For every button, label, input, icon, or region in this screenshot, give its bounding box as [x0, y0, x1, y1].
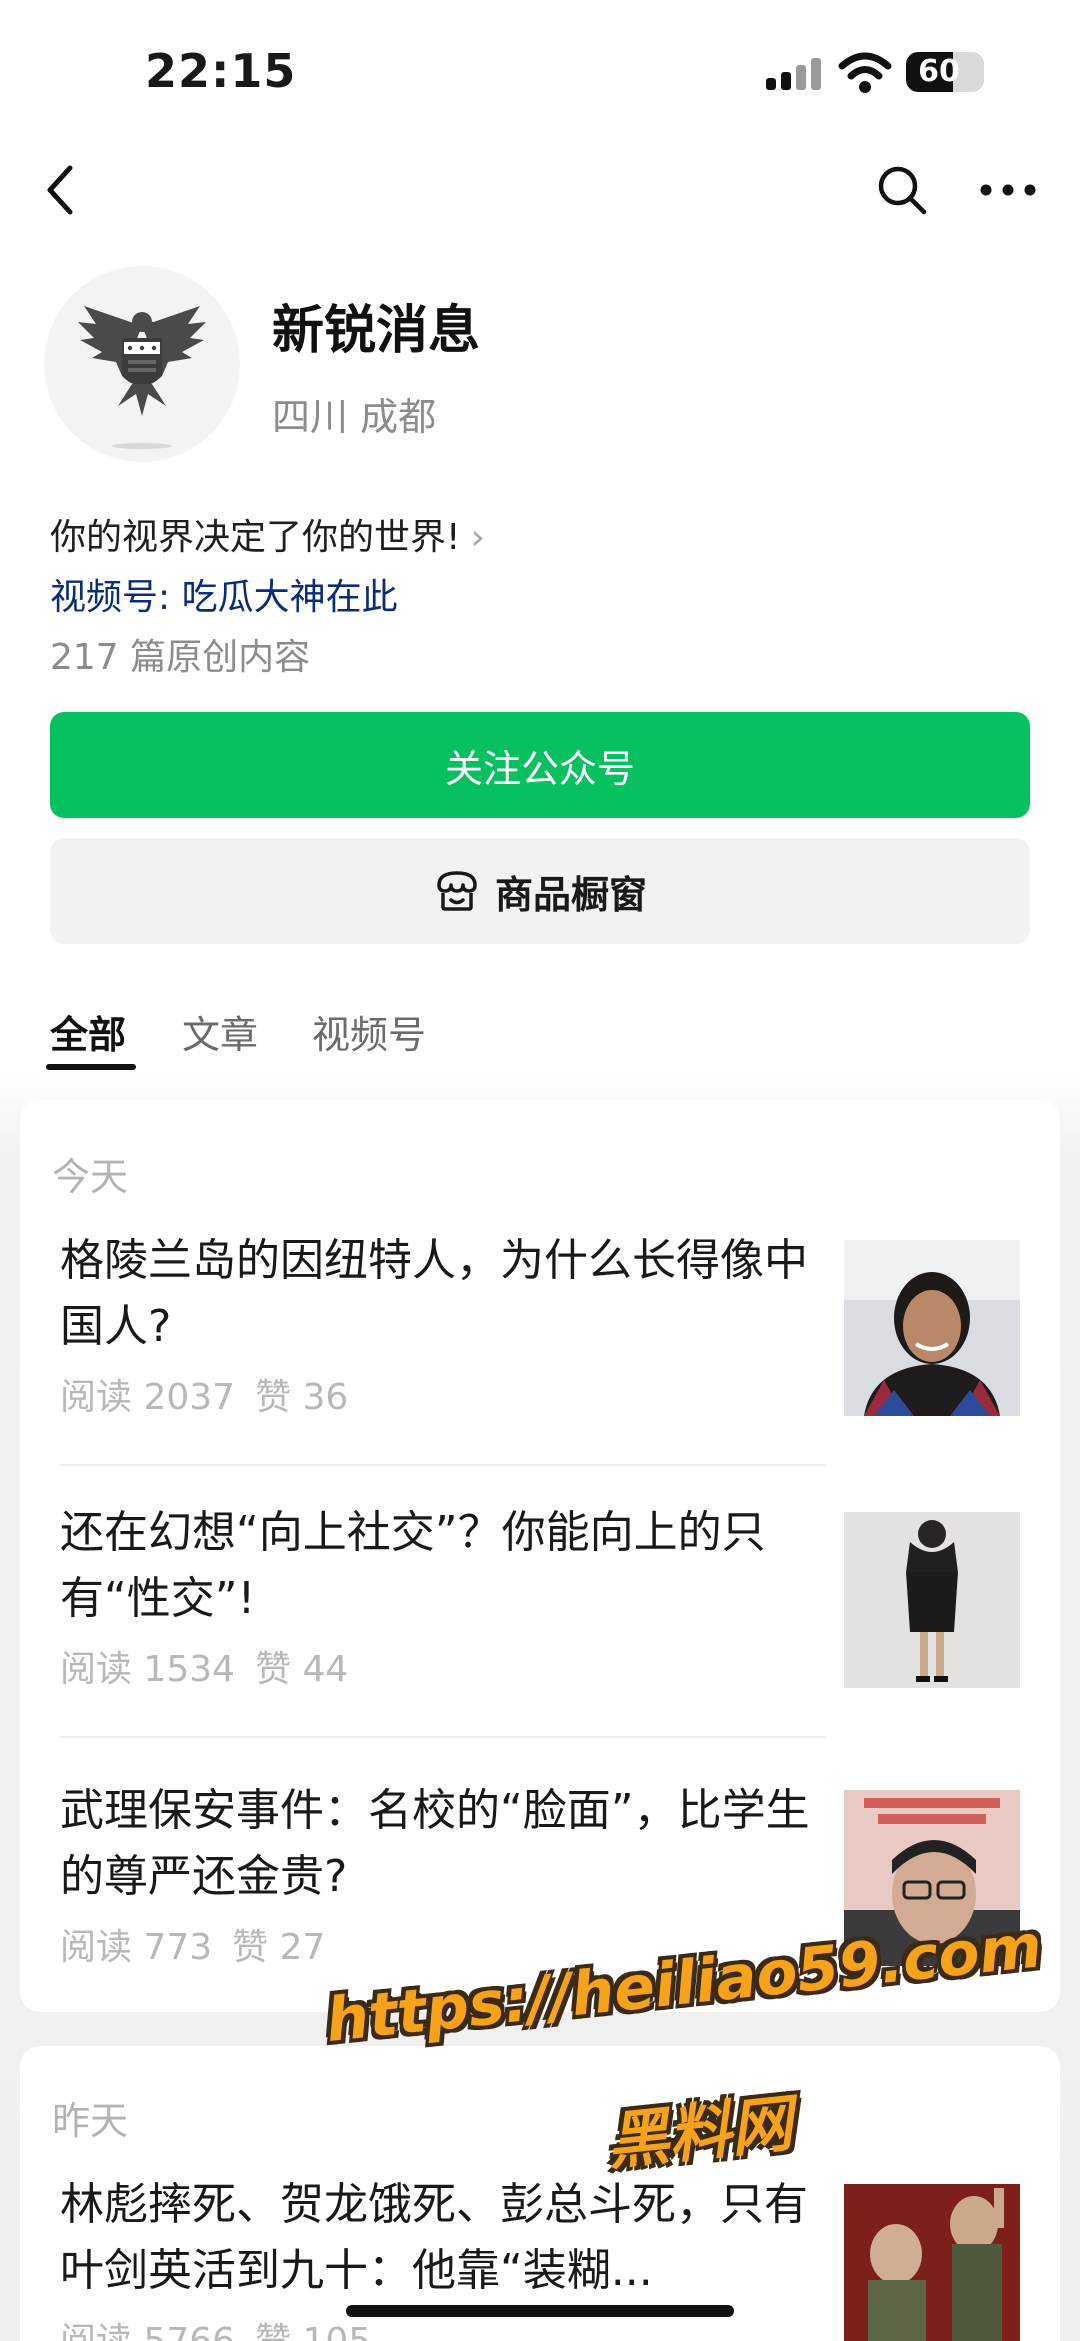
- article-thumbnail[interactable]: [844, 1512, 1020, 1688]
- search-icon[interactable]: [874, 162, 930, 218]
- back-icon[interactable]: [36, 162, 88, 218]
- day-label-yesterday: 昨天: [52, 2099, 129, 2143]
- thumbnail-image: [844, 1240, 1020, 1416]
- read-count: 阅读 1534: [60, 1649, 236, 1690]
- content-tabs: 全部 文章 视频号: [0, 996, 1080, 1076]
- slogan-text: 你的视界决定了你的世界!: [50, 517, 461, 558]
- video-channel-link[interactable]: 视频号: 吃瓜大神在此: [50, 568, 398, 620]
- read-count: 阅读 773: [60, 1927, 213, 1968]
- avatar[interactable]: [44, 266, 240, 462]
- article-title: 格陵兰岛的因纽特人，为什么长得像中国人?: [60, 1235, 808, 1352]
- article-thumbnail[interactable]: [844, 1790, 1020, 1966]
- status-bar: 22:15 60: [0, 0, 1080, 150]
- tab-articles[interactable]: 文章: [182, 1004, 258, 1059]
- list-item[interactable]: 格陵兰岛的因纽特人，为什么长得像中国人? 阅读 2037 赞 36: [60, 1228, 826, 1420]
- divider: [60, 1464, 826, 1466]
- feed-card-yesterday: 昨天 林彪摔死、贺龙饿死、彭总斗死，只有叶剑英活到九十：他靠“装糊... 阅读 …: [20, 2046, 1060, 2341]
- article-title: 还在幻想“向上社交”？你能向上的只有“性交”!: [60, 1507, 766, 1624]
- read-count: 阅读 2037: [60, 1377, 236, 1418]
- top-nav: [0, 150, 1080, 230]
- account-location: 四川 成都: [272, 395, 437, 439]
- battery-icon: 60: [906, 52, 984, 92]
- tab-video-channel[interactable]: 视频号: [312, 1004, 426, 1059]
- original-count: 217 篇原创内容: [50, 637, 311, 678]
- home-indicator[interactable]: [346, 2305, 734, 2317]
- article-meta: 阅读 1534 赞 44: [60, 1640, 826, 1692]
- thumbnail-image: [844, 1512, 1020, 1688]
- shop-label: 商品橱窗: [494, 872, 647, 917]
- article-thumbnail[interactable]: [844, 2184, 1020, 2341]
- status-time: 22:15: [145, 44, 297, 98]
- list-item[interactable]: 武理保安事件：名校的“脸面”，比学生的尊严还金贵? 阅读 773 赞 27: [60, 1778, 826, 1970]
- day-label-today: 今天: [52, 1155, 129, 1199]
- eagle-logo-icon: [78, 306, 206, 449]
- article-meta: 阅读 773 赞 27: [60, 1918, 826, 1970]
- like-count: 赞 36: [255, 1377, 349, 1418]
- active-tab-indicator: [46, 1064, 136, 1070]
- like-count: 赞 44: [255, 1649, 349, 1690]
- thumbnail-image: [844, 1790, 1020, 1966]
- like-count: 赞 105: [255, 2321, 371, 2341]
- account-name: 新锐消息: [272, 301, 481, 361]
- shop-icon: [437, 871, 477, 911]
- article-title: 林彪摔死、贺龙饿死、彭总斗死，只有叶剑英活到九十：他靠“装糊...: [60, 2179, 808, 2296]
- article-meta: 阅读 2037 赞 36: [60, 1368, 826, 1420]
- feed-card-today: 今天 格陵兰岛的因纽特人，为什么长得像中国人? 阅读 2037 赞 36 还在幻想…: [20, 1100, 1060, 2012]
- like-count: 赞 27: [232, 1927, 326, 1968]
- thumbnail-image: [844, 2184, 1020, 2341]
- battery-percent: 60: [918, 54, 960, 89]
- follow-button[interactable]: 关注公众号: [50, 712, 1030, 818]
- list-item[interactable]: 还在幻想“向上社交”？你能向上的只有“性交”! 阅读 1534 赞 44: [60, 1500, 826, 1692]
- chevron-right-icon: ›: [470, 517, 485, 558]
- more-icon[interactable]: [978, 162, 1038, 218]
- tab-all[interactable]: 全部: [50, 1004, 126, 1059]
- wifi-icon: [838, 52, 892, 93]
- read-count: 阅读 5766: [60, 2321, 235, 2341]
- cellular-signal-icon: [766, 58, 822, 90]
- article-thumbnail[interactable]: [844, 1240, 1020, 1416]
- divider: [60, 1736, 826, 1738]
- shop-window-button[interactable]: 商品橱窗: [50, 838, 1030, 944]
- account-slogan[interactable]: 你的视界决定了你的世界! ›: [50, 508, 485, 560]
- article-title: 武理保安事件：名校的“脸面”，比学生的尊严还金贵?: [60, 1785, 810, 1902]
